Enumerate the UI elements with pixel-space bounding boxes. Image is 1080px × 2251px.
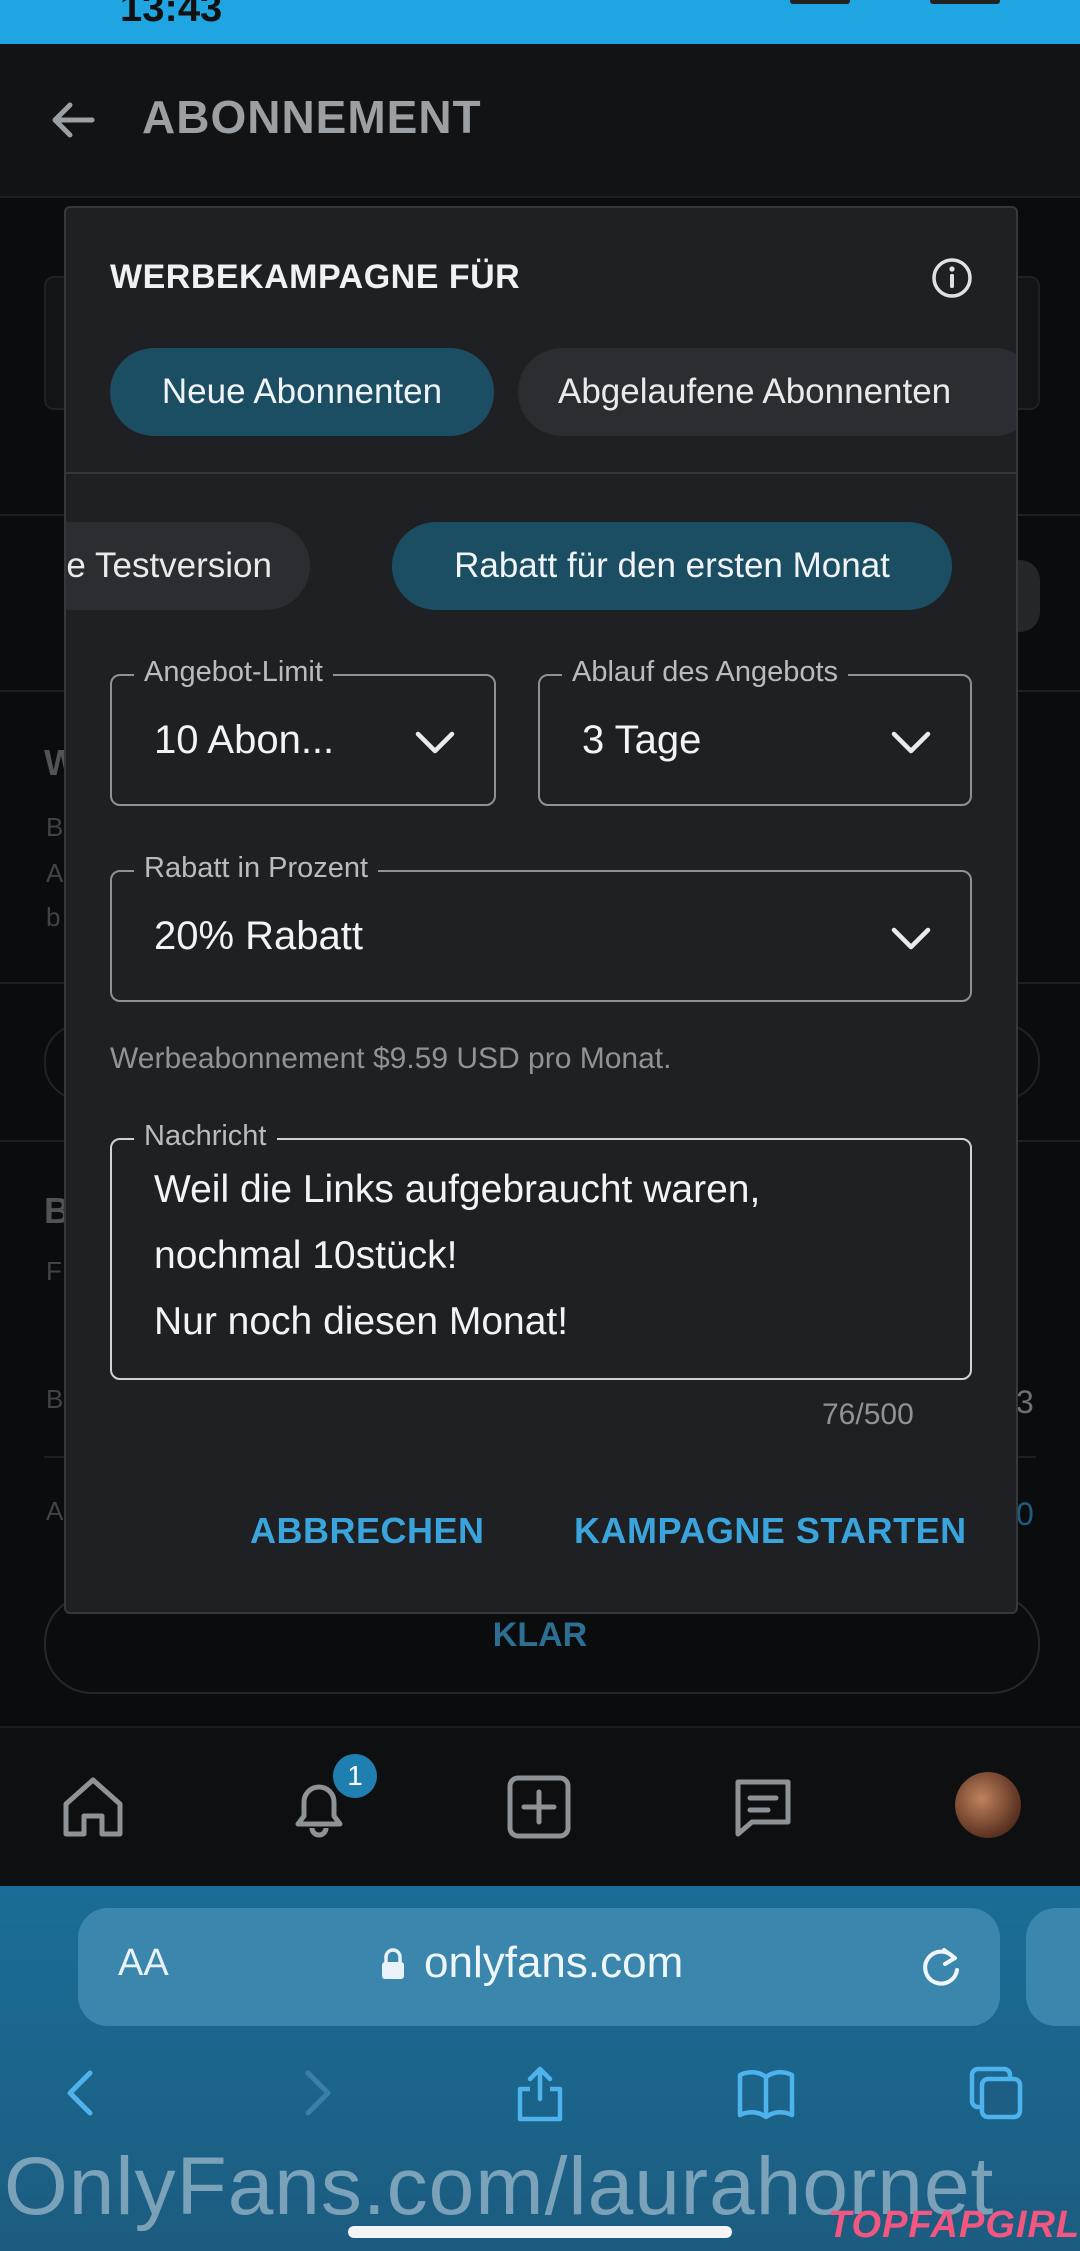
bg-letter: F [46, 1256, 62, 1286]
text-size-button[interactable]: AA [118, 1942, 169, 1985]
bg-letter: B [46, 1384, 64, 1414]
url-text[interactable]: onlyfans.com [424, 1938, 683, 1988]
tab-bar-fragment[interactable] [1026, 1908, 1080, 2026]
signal-icon [790, 0, 850, 4]
brand-watermark: TOPFAPGIRLS [828, 2204, 1080, 2246]
avatar[interactable] [955, 1772, 1021, 1838]
back-nav-icon[interactable] [52, 2063, 112, 2123]
message-icon[interactable] [726, 1770, 800, 1844]
message-line: nochmal 10stück! [154, 1234, 458, 1277]
promo-price-note: Werbeabonnement $9.59 USD pro Monat. [110, 1042, 672, 1075]
discount-percent-value: 20% Rabatt [154, 914, 364, 958]
start-campaign-button[interactable]: KAMPAGNE STARTEN [574, 1510, 967, 1552]
klar-button-label: KLAR [492, 1616, 588, 1654]
battery-icon [930, 0, 1000, 4]
campaign-modal: WERBEKAMPAGNE FÜR Neue Abonnenten Abgela… [64, 206, 1018, 1614]
discount-percent-select[interactable]: Rabatt in Prozent 20% Rabatt [110, 852, 972, 1002]
offer-limit-label: Angebot-Limit [134, 656, 333, 689]
bg-letter: B [46, 812, 64, 842]
message-line: Nur noch diesen Monat! [154, 1300, 569, 1343]
chevron-down-icon [891, 731, 931, 754]
info-icon[interactable] [930, 256, 974, 300]
chevron-down-icon [891, 927, 931, 950]
page-title: ABONNEMENT [142, 91, 482, 143]
bookmarks-icon[interactable] [736, 2063, 796, 2123]
back-arrow-icon[interactable] [48, 95, 98, 145]
chevron-down-icon [415, 731, 455, 754]
reload-icon[interactable] [916, 1942, 966, 1992]
bg-letter: A [46, 858, 64, 888]
offer-expiry-select[interactable]: Ablauf des Angebots 3 Tage [538, 656, 972, 806]
modal-divider [66, 472, 1016, 474]
home-indicator [348, 2226, 732, 2238]
discount-percent-label: Rabatt in Prozent [134, 852, 379, 885]
status-time: 13:43 [120, 0, 223, 30]
message-line: Weil die Links aufgebraucht waren, [154, 1168, 761, 1211]
home-icon[interactable] [56, 1770, 130, 1844]
bg-letter: b [46, 902, 61, 932]
cancel-button[interactable]: ABBRECHEN [250, 1510, 485, 1552]
chip-first-month-discount[interactable]: Rabatt für den ersten Monat [392, 522, 952, 610]
plus-square-icon[interactable] [502, 1770, 576, 1844]
chip-free-trial[interactable]: ose Testversion [66, 522, 310, 610]
bg-fragment: 0 [1016, 1496, 1034, 1532]
chip-new-subscribers[interactable]: Neue Abonnenten [110, 348, 494, 436]
modal-title: WERBEKAMPAGNE FÜR [110, 258, 521, 296]
forward-nav-icon[interactable] [286, 2063, 346, 2123]
bg-fragment: 3 [1016, 1384, 1034, 1420]
lock-icon [382, 1948, 404, 1979]
chip-expired-subscribers[interactable]: Abgelaufene Abonnenten [518, 348, 1016, 436]
notification-badge: 1 [333, 1754, 377, 1798]
message-label: Nachricht [134, 1120, 277, 1153]
tabs-icon[interactable] [966, 2063, 1026, 2123]
offer-expiry-value: 3 Tage [582, 718, 702, 762]
character-count: 76/500 [822, 1398, 914, 1431]
message-textarea[interactable]: Nachricht Weil die Links aufgebraucht wa… [110, 1120, 972, 1380]
bg-letter: A [46, 1496, 64, 1526]
offer-limit-select[interactable]: Angebot-Limit 10 Abon... [110, 656, 496, 806]
offer-expiry-label: Ablauf des Angebots [562, 656, 849, 689]
offer-limit-value: 10 Abon... [154, 718, 335, 762]
share-icon[interactable] [510, 2063, 570, 2123]
